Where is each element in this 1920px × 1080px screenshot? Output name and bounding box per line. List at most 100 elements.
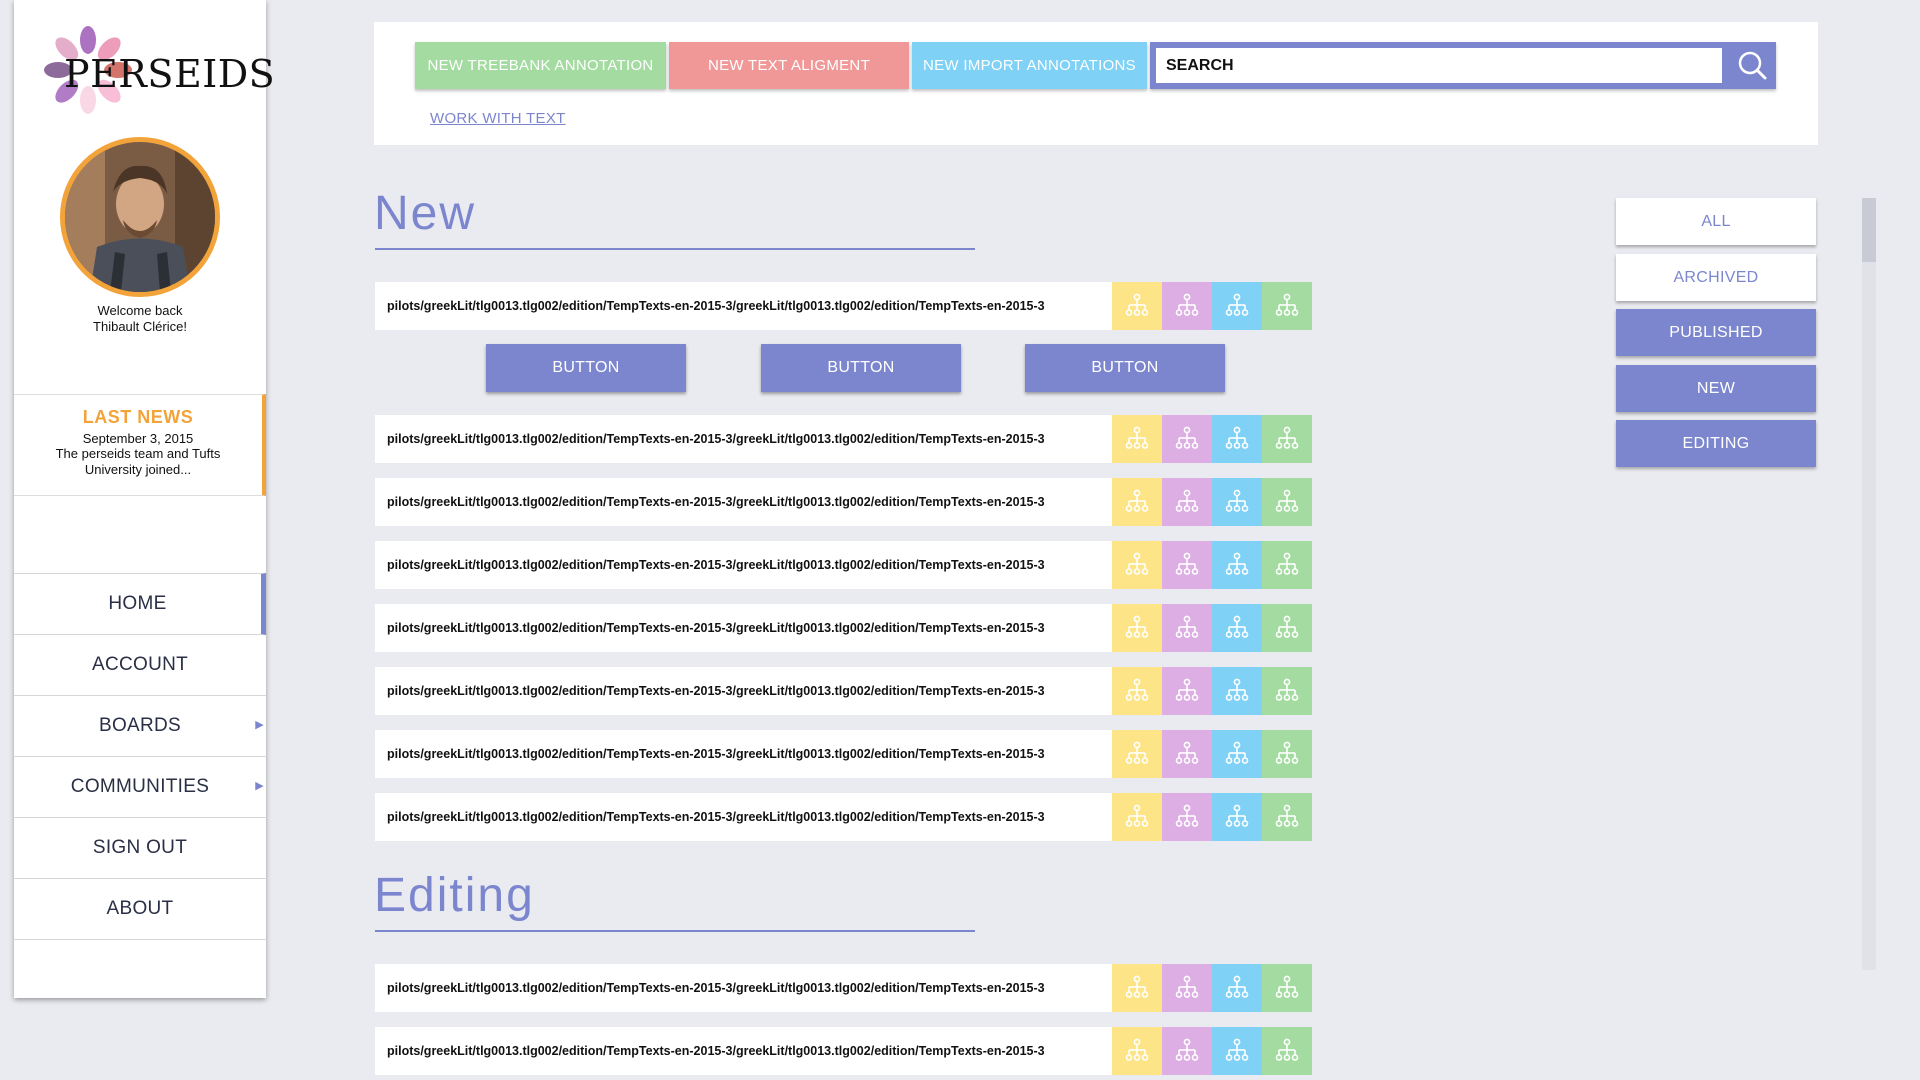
tree-structure-icon[interactable] [1112,415,1162,463]
search-input[interactable] [1156,48,1722,83]
action-bar: NEW TREEBANK ANNOTATION NEW TEXT ALIGMEN… [374,22,1818,145]
document-row[interactable]: pilots/greekLit/tlg0013.tlg002/edition/T… [375,667,1312,715]
tree-structure-icon[interactable] [1162,541,1212,589]
tree-structure-icon[interactable] [1212,478,1262,526]
nav-item-home[interactable]: HOME [14,573,266,635]
document-path[interactable]: pilots/greekLit/tlg0013.tlg002/edition/T… [375,730,1112,778]
tree-structure-icon[interactable] [1212,1027,1262,1075]
tree-structure-icon[interactable] [1112,1027,1162,1075]
tree-structure-icon[interactable] [1212,793,1262,841]
tree-structure-icon[interactable] [1162,282,1212,330]
tree-structure-icon[interactable] [1212,282,1262,330]
document-path[interactable]: pilots/greekLit/tlg0013.tlg002/edition/T… [375,478,1112,526]
filter-editing-button[interactable]: EDITING [1616,420,1816,467]
welcome-line: Welcome back [97,303,183,318]
tree-structure-icon[interactable] [1112,667,1162,715]
tree-structure-icon[interactable] [1212,730,1262,778]
work-with-text-link[interactable]: WORK WITH TEXT [430,110,566,127]
welcome-message: Welcome back Thibault Clérice! [14,303,266,335]
filter-all-button[interactable]: ALL [1616,198,1816,245]
tree-structure-icon[interactable] [1212,415,1262,463]
scrollbar-track[interactable] [1862,198,1876,970]
news-body: The perseids team and Tufts University j… [55,446,221,477]
document-path[interactable]: pilots/greekLit/tlg0013.tlg002/edition/T… [375,604,1112,652]
document-path[interactable]: pilots/greekLit/tlg0013.tlg002/edition/T… [375,667,1112,715]
tree-structure-icon[interactable] [1162,793,1212,841]
search-button[interactable] [1728,42,1776,89]
news-title: LAST NEWS [82,407,194,427]
document-row[interactable]: pilots/greekLit/tlg0013.tlg002/edition/T… [375,415,1312,463]
document-row[interactable]: pilots/greekLit/tlg0013.tlg002/edition/T… [375,604,1312,652]
tree-structure-icon[interactable] [1112,604,1162,652]
nav-label: ACCOUNT [91,654,189,675]
nav-label: HOME [108,593,167,614]
tree-structure-icon[interactable] [1212,964,1262,1012]
tree-structure-icon[interactable] [1262,667,1312,715]
new-import-annotations-button[interactable]: NEW IMPORT ANNOTATIONS [912,42,1147,89]
document-row[interactable]: pilots/greekLit/tlg0013.tlg002/edition/T… [375,541,1312,589]
tree-structure-icon[interactable] [1162,415,1212,463]
document-path[interactable]: pilots/greekLit/tlg0013.tlg002/edition/T… [375,541,1112,589]
submenu-arrow-icon: ▶ [255,780,264,792]
tree-structure-icon[interactable] [1212,541,1262,589]
document-path[interactable]: pilots/greekLit/tlg0013.tlg002/edition/T… [375,793,1112,841]
nav-item-sign-out[interactable]: SIGN OUT [14,818,266,879]
tree-structure-icon[interactable] [1112,730,1162,778]
tree-structure-icon[interactable] [1262,604,1312,652]
document-row[interactable]: pilots/greekLit/tlg0013.tlg002/edition/T… [375,1027,1312,1075]
tree-structure-icon[interactable] [1262,964,1312,1012]
section-title-new: New [374,187,477,240]
tree-structure-icon[interactable] [1262,1027,1312,1075]
tree-structure-icon[interactable] [1112,282,1162,330]
tree-structure-icon[interactable] [1262,541,1312,589]
tree-structure-icon[interactable] [1262,478,1312,526]
news-date: September 3, 2015 [82,431,194,446]
tree-structure-icon[interactable] [1212,667,1262,715]
nav-item-account[interactable]: ACCOUNT [14,635,266,696]
document-path[interactable]: pilots/greekLit/tlg0013.tlg002/edition/T… [375,282,1112,330]
tree-structure-icon[interactable] [1262,730,1312,778]
nav-item-about[interactable]: ABOUT [14,879,266,940]
tree-structure-icon[interactable] [1162,478,1212,526]
scrollbar-thumb[interactable] [1862,198,1876,262]
row-action-button[interactable]: BUTTON [486,344,686,392]
tree-structure-icon[interactable] [1112,541,1162,589]
document-path[interactable]: pilots/greekLit/tlg0013.tlg002/edition/T… [375,964,1112,1012]
filter-new-button[interactable]: NEW [1616,365,1816,412]
nav-item-boards[interactable]: BOARDS ▶ [14,696,266,757]
filter-published-button[interactable]: PUBLISHED [1616,309,1816,356]
perseids-logo[interactable]: PERSEIDS [36,18,275,118]
avatar[interactable] [60,137,220,297]
tree-structure-icon[interactable] [1112,964,1162,1012]
tree-structure-icon[interactable] [1162,1027,1212,1075]
search-icon [1738,51,1767,80]
tree-structure-icon[interactable] [1262,282,1312,330]
tree-structure-icon[interactable] [1212,604,1262,652]
tree-structure-icon[interactable] [1162,730,1212,778]
row-action-button[interactable]: BUTTON [1025,344,1225,392]
new-text-alignment-button[interactable]: NEW TEXT ALIGMENT [669,42,909,89]
nav-label: COMMUNITIES [70,776,210,797]
document-row[interactable]: pilots/greekLit/tlg0013.tlg002/edition/T… [375,793,1312,841]
document-row[interactable]: pilots/greekLit/tlg0013.tlg002/edition/T… [375,282,1312,330]
new-treebank-annotation-button[interactable]: NEW TREEBANK ANNOTATION [415,42,666,89]
nav-label: BOARDS [98,715,182,736]
nav-item-communities[interactable]: COMMUNITIES ▶ [14,757,266,818]
tree-structure-icon[interactable] [1112,478,1162,526]
document-row[interactable]: pilots/greekLit/tlg0013.tlg002/edition/T… [375,964,1312,1012]
user-photo [65,142,215,292]
tree-structure-icon[interactable] [1162,604,1212,652]
tree-structure-icon[interactable] [1162,964,1212,1012]
document-row[interactable]: pilots/greekLit/tlg0013.tlg002/edition/T… [375,478,1312,526]
user-name: Thibault Clérice! [93,319,187,334]
document-path[interactable]: pilots/greekLit/tlg0013.tlg002/edition/T… [375,1027,1112,1075]
last-news-panel[interactable]: LAST NEWS September 3, 2015 The perseids… [14,394,266,496]
tree-structure-icon[interactable] [1112,793,1162,841]
tree-structure-icon[interactable] [1162,667,1212,715]
row-action-button[interactable]: BUTTON [761,344,961,392]
tree-structure-icon[interactable] [1262,415,1312,463]
filter-archived-button[interactable]: ARCHIVED [1616,254,1816,301]
tree-structure-icon[interactable] [1262,793,1312,841]
document-row[interactable]: pilots/greekLit/tlg0013.tlg002/edition/T… [375,730,1312,778]
document-path[interactable]: pilots/greekLit/tlg0013.tlg002/edition/T… [375,415,1112,463]
